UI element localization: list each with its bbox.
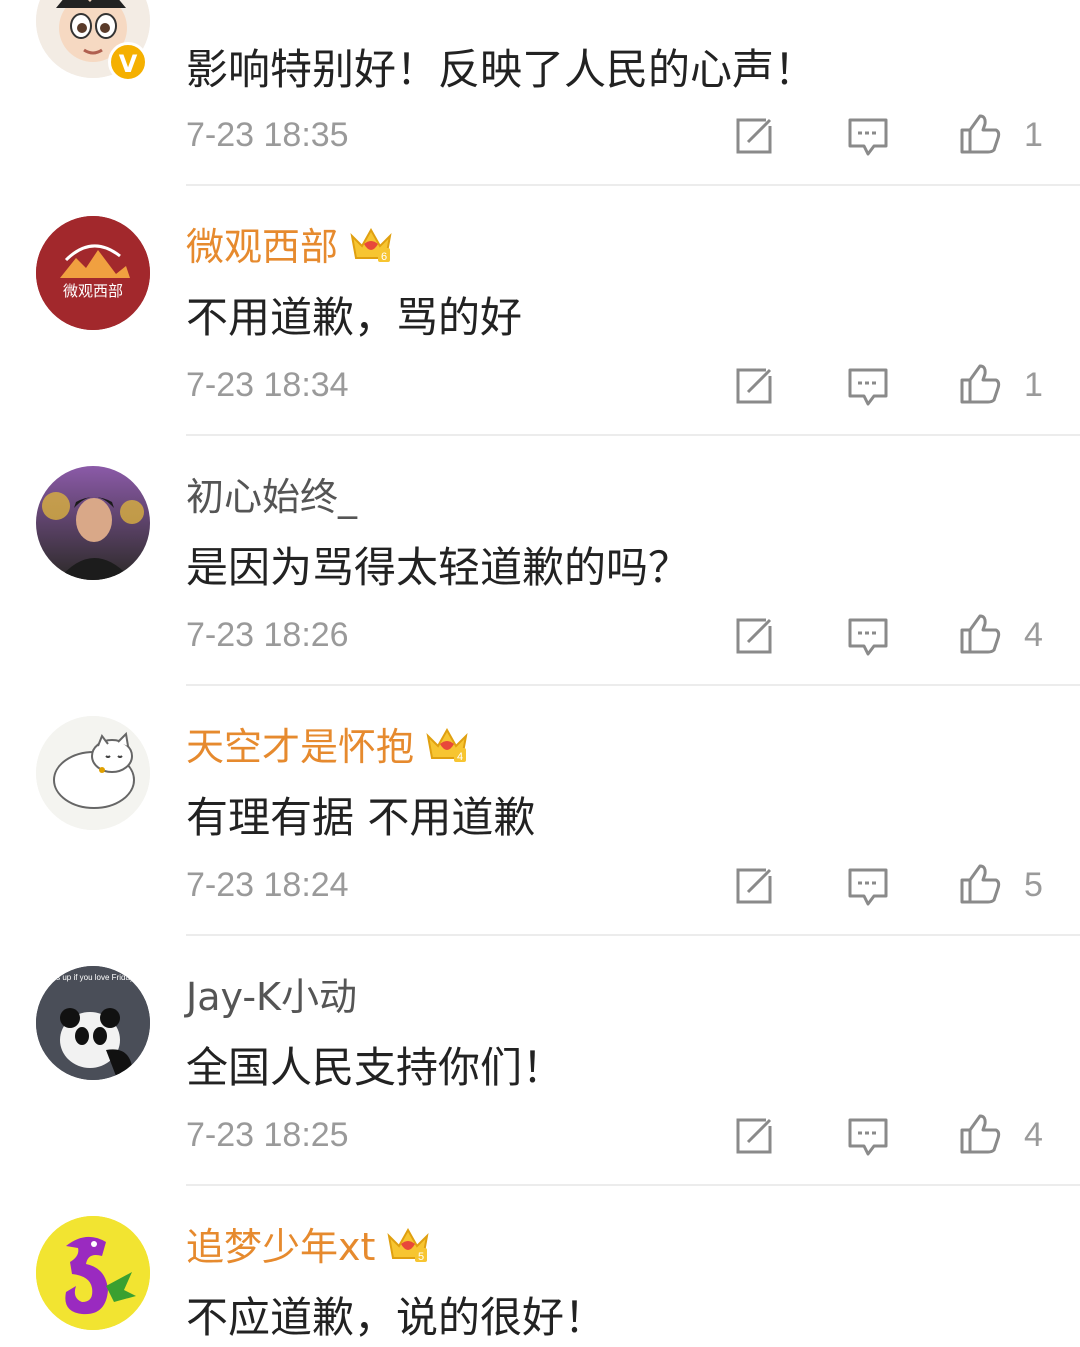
weiguan-xibu-logo: 微观西部 (36, 216, 150, 330)
avatar[interactable] (36, 1216, 150, 1330)
like-count: 1 (1024, 116, 1043, 154)
author-name[interactable]: 天空才是怀抱 (186, 716, 414, 771)
thumbs-up-icon[interactable] (958, 1112, 1002, 1156)
author-name[interactable]: 微观西部 (186, 216, 338, 271)
purple-dinosaur (36, 1216, 150, 1330)
like-count: 1 (1024, 366, 1043, 404)
comment-time: 7-23 18:26 (186, 616, 349, 654)
comment-text: 有理有据 不用道歉 (186, 793, 536, 842)
avatar[interactable] (36, 466, 150, 580)
like-count: 5 (1024, 866, 1043, 904)
comment-author[interactable]: 天空才是怀抱 4 (186, 716, 470, 771)
comment-item: 追梦少年xt 5 不应道歉，说的很好！ (0, 1186, 1080, 1347)
avatar[interactable] (36, 716, 150, 830)
comment-icon[interactable] (846, 614, 890, 658)
comment-icon[interactable] (846, 1114, 890, 1158)
comment-icon[interactable] (846, 114, 890, 158)
comment-author[interactable]: 初心始终_ (186, 466, 357, 521)
comment-time: 7-23 18:34 (186, 366, 349, 404)
repost-icon[interactable] (732, 114, 776, 158)
cat-drawing (36, 716, 150, 830)
like-count: 4 (1024, 616, 1043, 654)
svg-text:6: 6 (381, 251, 387, 263)
svg-text:4: 4 (457, 751, 463, 763)
repost-icon[interactable] (732, 364, 776, 408)
thumbs-up-icon[interactable] (958, 112, 1002, 156)
comment-text: 不应道歉，说的很好！ (186, 1293, 607, 1342)
comment-author[interactable]: 微观西部 6 (186, 216, 394, 271)
comment-text: 影响特别好！反映了人民的心声！ (186, 45, 817, 94)
avatar[interactable]: 微观西部 (36, 216, 150, 330)
comment-author[interactable]: Jay-K小动 (186, 966, 357, 1021)
verified-badge-icon: V (108, 42, 148, 82)
comment-author[interactable]: 追梦少年xt 5 (186, 1216, 431, 1271)
vip-crown-icon: 4 (426, 727, 468, 763)
thumbs-up-icon[interactable] (958, 862, 1002, 906)
comment-text: 全国人民支持你们！ (186, 1043, 565, 1092)
comment-text: 是因为骂得太轻道歉的吗？ (186, 543, 691, 592)
comment-text: 不用道歉，骂的好 (186, 293, 523, 342)
like-count: 4 (1024, 1116, 1043, 1154)
author-name[interactable]: 追梦少年xt (186, 1216, 375, 1271)
repost-icon[interactable] (732, 614, 776, 658)
portrait-photo (36, 466, 150, 580)
repost-icon[interactable] (732, 864, 776, 908)
comment-item: V 影响特别好！反映了人民的心声！ 7-23 18:35 1 (0, 0, 1080, 186)
comment-time: 7-23 18:25 (186, 1116, 349, 1154)
avatar[interactable]: hands up if you love Fridays :-) (36, 966, 150, 1080)
comment-item: hands up if you love Fridays :-) Jay-K小动… (0, 936, 1080, 1186)
comment-icon[interactable] (846, 364, 890, 408)
svg-text:5: 5 (418, 1251, 424, 1263)
repost-icon[interactable] (732, 1114, 776, 1158)
author-name[interactable]: 初心始终_ (186, 466, 357, 521)
comment-item: 天空才是怀抱 4 有理有据 不用道歉 7-23 18:24 5 (0, 686, 1080, 936)
comment-icon[interactable] (846, 864, 890, 908)
panda-photo: hands up if you love Fridays :-) (36, 966, 150, 1080)
comment-item: 初心始终_ 是因为骂得太轻道歉的吗？ 7-23 18:26 4 (0, 436, 1080, 686)
comment-time: 7-23 18:24 (186, 866, 349, 904)
comment-item: 微观西部 微观西部 6 不用道歉，骂的好 7-23 18:34 1 (0, 186, 1080, 436)
comment-time: 7-23 18:35 (186, 116, 349, 154)
thumbs-up-icon[interactable] (958, 612, 1002, 656)
vip-crown-icon: 6 (350, 227, 392, 263)
vip-crown-icon: 5 (387, 1227, 429, 1263)
thumbs-up-icon[interactable] (958, 362, 1002, 406)
avatar-caption: hands up if you love Fridays :-) (38, 973, 148, 982)
author-name[interactable]: Jay-K小动 (186, 966, 357, 1021)
avatar-text: 微观西部 (63, 282, 123, 300)
